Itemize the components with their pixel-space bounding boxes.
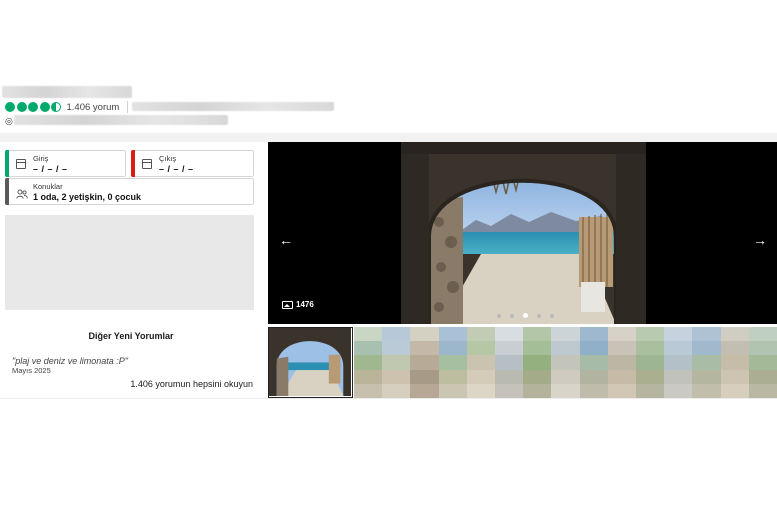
checkout-label: Çıkış [159,154,177,163]
rating-bubble-icon [16,102,27,112]
booking-panel: Giriş – / – / – Çıkış – / – / – Konuklar… [0,142,262,398]
address-redacted [14,115,228,125]
checkin-label: Giriş [33,154,49,163]
rating-half-bubble-icon [51,102,61,112]
arrow-left-icon[interactable]: ← [279,233,293,247]
thumbnail-strip [268,325,777,398]
checkin-field[interactable]: Giriş – / – / – [5,150,126,177]
arrow-right-icon[interactable]: → [753,233,767,247]
review-quote-link[interactable]: "plaj ve deniz ve limonata :P" [12,356,128,366]
rating-row[interactable]: 1.406 yorum [5,101,129,113]
review-count-link[interactable]: 1.406 yorum [67,102,120,113]
carousel-dot[interactable] [510,313,514,318]
more-reviews-title: Diğer Yeni Yorumlar [88,331,174,341]
section-divider [0,398,777,399]
checkout-accent-bar [131,150,135,177]
calendar-icon [16,159,26,169]
carousel-dots [497,313,563,318]
carousel-dot[interactable] [537,313,541,318]
thumbnail-selected[interactable] [268,327,353,398]
rating-bubble-icon [28,102,38,112]
photo-count-button[interactable]: 1476 [282,300,314,309]
read-all-reviews-link[interactable]: 1.406 yorumun hepsini okuyun [130,379,253,389]
section-divider [0,133,777,142]
checkin-value: – / – / – [33,164,68,174]
hotel-name-redacted [2,86,132,98]
rating-bubble-icon [5,102,15,112]
guests-field[interactable]: Konuklar 1 oda, 2 yetişkin, 0 çocuk [5,178,254,205]
ranking-redacted [132,102,334,111]
checkout-field[interactable]: Çıkış – / – / – [131,150,254,177]
gallery-icon [282,300,293,309]
calendar-icon [142,159,152,169]
photo-count: 1476 [296,300,314,309]
thumbnail-grid-redacted[interactable] [354,327,777,398]
ad-placeholder [5,215,254,310]
photo-viewer[interactable]: ← → 1476 [268,142,777,324]
carousel-dot-active[interactable] [523,313,528,318]
checkin-accent-bar [5,150,9,177]
location-pin-icon: ◎ [5,116,13,126]
guests-icon [16,186,28,199]
review-date: Mayıs 2025 [12,366,51,375]
guests-value: 1 oda, 2 yetişkin, 0 çocuk [33,192,142,202]
guests-accent-bar [5,178,9,205]
carousel-dot[interactable] [497,313,501,318]
rating-bubble-icon [39,102,50,112]
checkout-value: – / – / – [159,164,194,174]
main-photo[interactable] [401,142,646,324]
guests-label: Konuklar [33,182,63,191]
divider [127,101,129,113]
carousel-dot[interactable] [550,313,554,318]
